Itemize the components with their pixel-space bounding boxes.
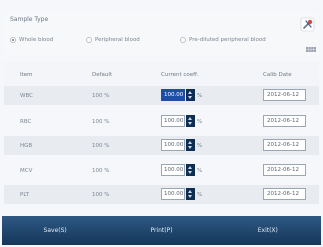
row-item: MCV <box>20 168 33 174</box>
coeff-unit: % <box>197 93 203 99</box>
coeff-unit: % <box>197 168 203 174</box>
coeff-input[interactable]: 100.00 <box>161 188 185 200</box>
header-default: Default <box>92 72 113 78</box>
spin-arrows-icon[interactable] <box>186 188 195 200</box>
radio-label: Whole blood <box>19 37 54 43</box>
coeff-unit: % <box>197 119 203 125</box>
table-row: HGB 100 % 100.00 % 2012-06-12 <box>4 136 319 155</box>
table-header: Item Default Current coeff. Calib Date <box>4 62 319 86</box>
header-item: Item <box>20 72 33 78</box>
coeff-input[interactable]: 100.00 <box>161 115 185 127</box>
coeff-unit: % <box>197 192 203 198</box>
row-item: HGB <box>20 143 33 149</box>
sample-type-title: Sample Type <box>10 16 49 23</box>
radio-peripheral-blood[interactable]: Peripheral blood <box>86 37 140 43</box>
exit-button[interactable]: Exit(X) <box>215 216 321 245</box>
calib-date-field: 2012-06-12 <box>263 164 306 176</box>
spin-arrows-icon[interactable] <box>186 89 195 101</box>
row-default: 100 % <box>92 119 110 125</box>
radio-label: Pre-diluted peripheral blood <box>189 37 266 43</box>
row-item: RBC <box>20 119 32 125</box>
row-item: PLT <box>20 192 29 198</box>
header-current-coeff: Current coeff. <box>161 72 199 78</box>
table-row: RBC 100 % 100.00 % 2012-06-12 <box>4 112 319 131</box>
coeff-input[interactable]: 100.00 <box>161 164 185 176</box>
table-row: MCV 100 % 100.00 % 2012-06-12 <box>4 161 319 180</box>
spin-arrows-icon[interactable] <box>186 115 195 127</box>
row-default: 100 % <box>92 93 110 99</box>
tools-icon[interactable] <box>300 17 315 32</box>
calibration-coefficient-screen: Sample Type Whole blood Peripheral blood… <box>0 0 323 247</box>
calib-date-field: 2012-06-12 <box>263 139 306 151</box>
calib-date-field: 2012-06-12 <box>263 188 306 200</box>
radio-indicator <box>86 37 92 43</box>
grid-icon[interactable] <box>306 47 316 52</box>
row-default: 100 % <box>92 192 110 198</box>
footer-toolbar: Save(S) Print(P) Exit(X) <box>2 216 321 245</box>
print-button[interactable]: Print(P) <box>108 216 214 245</box>
table-row: WBC 100 % 100.00 % 2012-06-12 <box>4 86 319 105</box>
radio-indicator <box>10 37 16 43</box>
spin-arrows-icon[interactable] <box>186 164 195 176</box>
radio-indicator <box>180 37 186 43</box>
radio-prediluted-blood[interactable]: Pre-diluted peripheral blood <box>180 37 266 43</box>
calib-date-field: 2012-06-12 <box>263 115 306 127</box>
row-item: WBC <box>20 93 33 99</box>
row-default: 100 % <box>92 143 110 149</box>
coeff-input[interactable]: 100.00 <box>161 139 185 151</box>
radio-label: Peripheral blood <box>95 37 140 43</box>
save-button[interactable]: Save(S) <box>2 216 108 245</box>
spin-arrows-icon[interactable] <box>186 139 195 151</box>
table-row: PLT 100 % 100.00 % 2012-06-12 <box>4 185 319 204</box>
header-calib-date: Calib Date <box>263 72 292 78</box>
coeff-unit: % <box>197 143 203 149</box>
calib-date-field: 2012-06-12 <box>263 89 306 101</box>
coeff-input[interactable]: 100.00 <box>161 89 185 101</box>
radio-whole-blood[interactable]: Whole blood <box>10 37 53 43</box>
sample-type-panel: Sample Type Whole blood Peripheral blood… <box>4 12 319 55</box>
row-default: 100 % <box>92 168 110 174</box>
